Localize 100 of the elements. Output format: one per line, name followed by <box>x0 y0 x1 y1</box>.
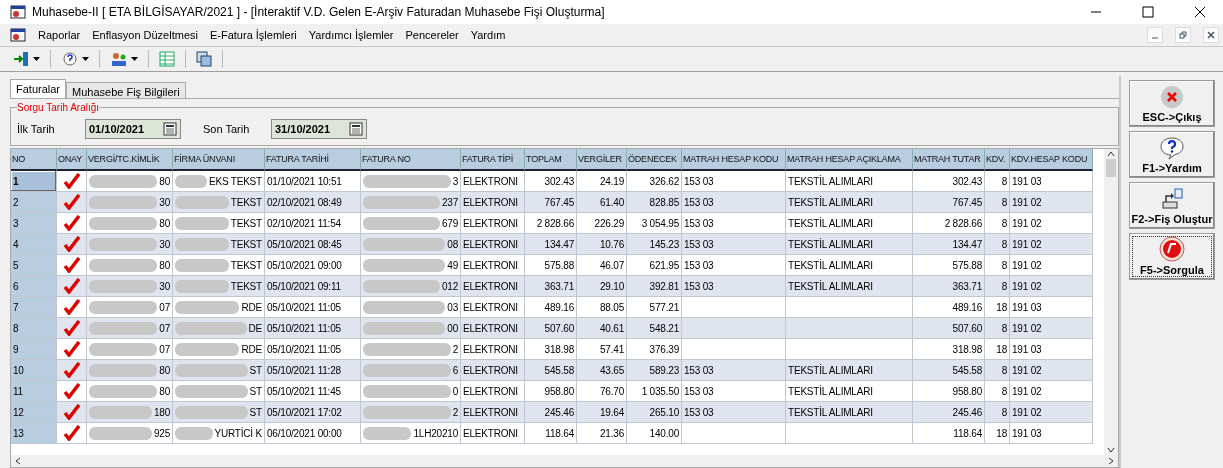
check-icon[interactable] <box>62 341 81 357</box>
column-header[interactable]: VERGİ/TC.KİMLİK <box>87 149 173 171</box>
tab[interactable]: Faturalar <box>10 79 67 98</box>
cell-text: YURTİCİ K <box>214 427 262 439</box>
check-icon[interactable] <box>62 173 81 189</box>
table-cell: ELEKTRONI <box>461 381 525 402</box>
column-header[interactable]: KDV. <box>985 149 1010 171</box>
row-header[interactable]: 12 <box>11 402 57 423</box>
scroll-down-icon[interactable] <box>1107 447 1115 453</box>
cell-text: 2 <box>452 343 458 355</box>
table-cell: 191 02 <box>1010 276 1093 297</box>
horizontal-scrollbar[interactable] <box>11 455 1118 467</box>
action-button[interactable]: F2->Fiş Oluştur <box>1129 182 1215 229</box>
check-icon[interactable] <box>62 404 81 420</box>
table-cell: 153 03 <box>682 255 786 276</box>
table-cell: 191 02 <box>1010 318 1093 339</box>
action-button[interactable]: ESC->Çıkış <box>1129 80 1215 127</box>
calendar-icon[interactable] <box>349 122 363 136</box>
row-header[interactable]: 4 <box>11 234 57 255</box>
row-header[interactable]: 10 <box>11 360 57 381</box>
column-header[interactable]: KDV.HESAP KODU <box>1010 149 1093 171</box>
table-cell: 153 03 <box>682 276 786 297</box>
cell-text: 80 <box>159 385 170 397</box>
windows-tool-button[interactable] <box>194 50 214 68</box>
check-icon[interactable] <box>62 257 81 273</box>
menu-item[interactable]: Raporlar <box>38 29 81 41</box>
check-icon[interactable] <box>62 278 81 294</box>
cell-text: 30 <box>159 196 170 208</box>
column-header[interactable]: NO <box>11 149 57 171</box>
column-header[interactable]: FİRMA ÜNVANI <box>173 149 265 171</box>
table-cell: 767.45 <box>913 192 985 213</box>
menu-item[interactable]: Yardımcı İşlemler <box>308 29 394 41</box>
check-icon[interactable] <box>62 236 81 252</box>
cell-text: TEKST <box>230 259 262 271</box>
action-button[interactable]: F1->Yardım <box>1129 131 1215 178</box>
row-header[interactable]: 1 <box>11 171 57 192</box>
menu-item[interactable]: Yardım <box>470 29 506 41</box>
table-cell: TEKSTİL ALIMLARI <box>786 276 913 297</box>
scroll-left-icon[interactable] <box>15 457 21 465</box>
row-header[interactable]: 7 <box>11 297 57 318</box>
calendar-icon[interactable] <box>163 122 177 136</box>
table-cell: 153 03 <box>682 360 786 381</box>
row-header[interactable]: 9 <box>11 339 57 360</box>
row-header[interactable]: 2 <box>11 192 57 213</box>
table-cell: TEKSTİL ALIMLARI <box>786 255 913 276</box>
column-header[interactable]: FATURA TİPİ <box>461 149 525 171</box>
caret-icon <box>33 57 40 61</box>
check-icon[interactable] <box>62 215 81 231</box>
column-header[interactable]: MATRAH HESAP AÇIKLAMA <box>786 149 913 171</box>
column-header[interactable]: VERGİLER <box>577 149 627 171</box>
caret-icon <box>82 57 89 61</box>
table-cell: 18 <box>985 423 1010 444</box>
tab[interactable]: Muhasebe Fiş Bilgileri <box>66 82 186 98</box>
column-header[interactable]: FATURA TARİHİ <box>265 149 361 171</box>
check-icon[interactable] <box>62 194 81 210</box>
restore-button[interactable] <box>1175 27 1191 43</box>
menu-item[interactable]: Enflasyon Düzeltmesi <box>92 29 198 41</box>
column-header[interactable]: MATRAH HESAP KODU <box>682 149 786 171</box>
check-icon[interactable] <box>62 320 81 336</box>
table-cell: 575.88 <box>913 255 985 276</box>
date-field[interactable]: 31/10/2021 <box>271 119 367 139</box>
table-cell: 191 02 <box>1010 402 1093 423</box>
table-cell: 621.95 <box>627 255 682 276</box>
column-header[interactable]: ONAY <box>57 149 87 171</box>
row-header[interactable]: 3 <box>11 213 57 234</box>
vertical-scrollbar[interactable] <box>1104 149 1118 455</box>
column-header[interactable]: MATRAH TUTAR <box>913 149 985 171</box>
column-header[interactable]: ÖDENECEK <box>627 149 682 171</box>
table-cell: ELEKTRONI <box>461 423 525 444</box>
scroll-up-icon[interactable] <box>1107 151 1115 157</box>
table-cell: 153 03 <box>682 234 786 255</box>
cell-text: TEKST <box>230 238 262 250</box>
column-header[interactable]: FATURA NO <box>361 149 461 171</box>
table-cell: 191 02 <box>1010 255 1093 276</box>
cell-text: ST <box>249 364 262 376</box>
check-icon[interactable] <box>62 362 81 378</box>
check-icon[interactable] <box>62 425 81 441</box>
date-field[interactable]: 01/10/2021 <box>85 119 181 139</box>
row-header[interactable]: 8 <box>11 318 57 339</box>
check-icon[interactable] <box>62 299 81 315</box>
table-cell: 577.21 <box>627 297 682 318</box>
table-cell: 06/10/2021 00:00 <box>265 423 361 444</box>
row-header[interactable]: 6 <box>11 276 57 297</box>
scroll-thumb[interactable] <box>1106 159 1116 177</box>
menu-item[interactable]: Pencereler <box>405 29 459 41</box>
action-button[interactable]: F5->Sorgula <box>1129 233 1215 280</box>
column-header[interactable]: TOPLAM <box>525 149 577 171</box>
table-cell: 363.71 <box>525 276 577 297</box>
row-header[interactable]: 13 <box>11 423 57 444</box>
close-button[interactable] <box>1203 27 1219 43</box>
check-icon[interactable] <box>62 383 81 399</box>
table-cell: 489.16 <box>525 297 577 318</box>
row-header[interactable]: 11 <box>11 381 57 402</box>
help-icon <box>61 51 79 67</box>
cell-text: 03 <box>447 301 458 313</box>
menu-item[interactable]: E-Fatura İşlemleri <box>209 29 297 41</box>
scroll-right-icon[interactable] <box>1108 457 1114 465</box>
table-cell: 29.10 <box>577 276 627 297</box>
table-cell: 489.16 <box>913 297 985 318</box>
row-header[interactable]: 5 <box>11 255 57 276</box>
